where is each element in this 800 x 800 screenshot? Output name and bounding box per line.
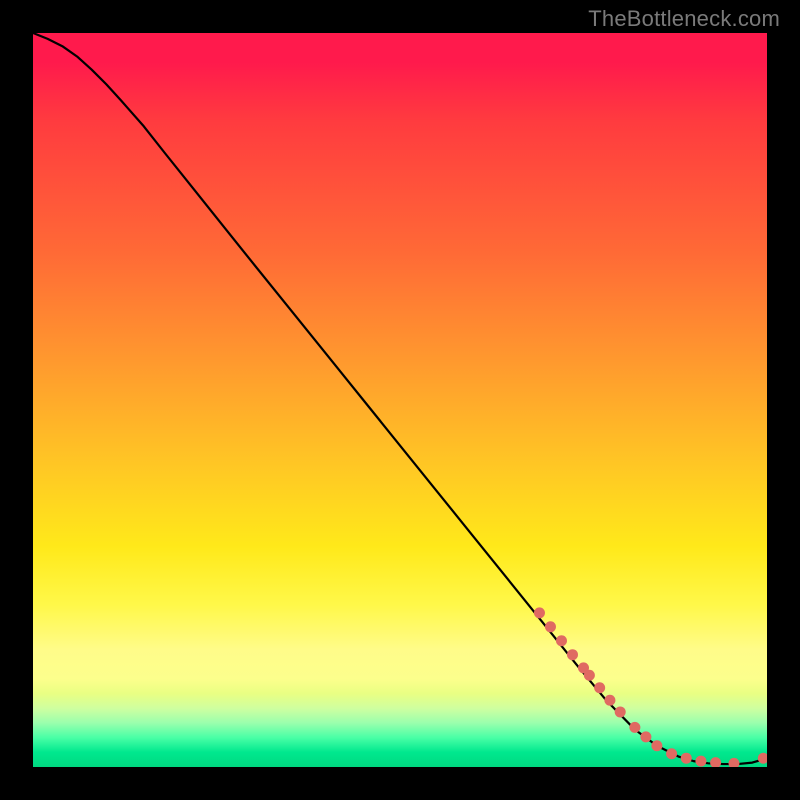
marker-point: [615, 706, 626, 717]
marker-point: [556, 635, 567, 646]
marker-point: [584, 670, 595, 681]
marker-point: [604, 695, 615, 706]
marker-point: [545, 621, 556, 632]
marker-point: [534, 607, 545, 618]
marker-point: [567, 649, 578, 660]
marker-point: [666, 748, 677, 759]
marker-point: [728, 758, 739, 767]
marker-point: [758, 753, 767, 764]
marker-point: [651, 740, 662, 751]
chart-overlay: [33, 33, 767, 767]
curve-line: [33, 33, 767, 764]
marker-point: [640, 731, 651, 742]
marker-point: [710, 757, 721, 767]
marker-point: [681, 753, 692, 764]
watermark-text: TheBottleneck.com: [588, 6, 780, 32]
marker-point: [695, 756, 706, 767]
chart-stage: TheBottleneck.com: [0, 0, 800, 800]
scatter-markers: [534, 607, 767, 767]
plot-area: [33, 33, 767, 767]
marker-point: [629, 722, 640, 733]
marker-point: [594, 682, 605, 693]
